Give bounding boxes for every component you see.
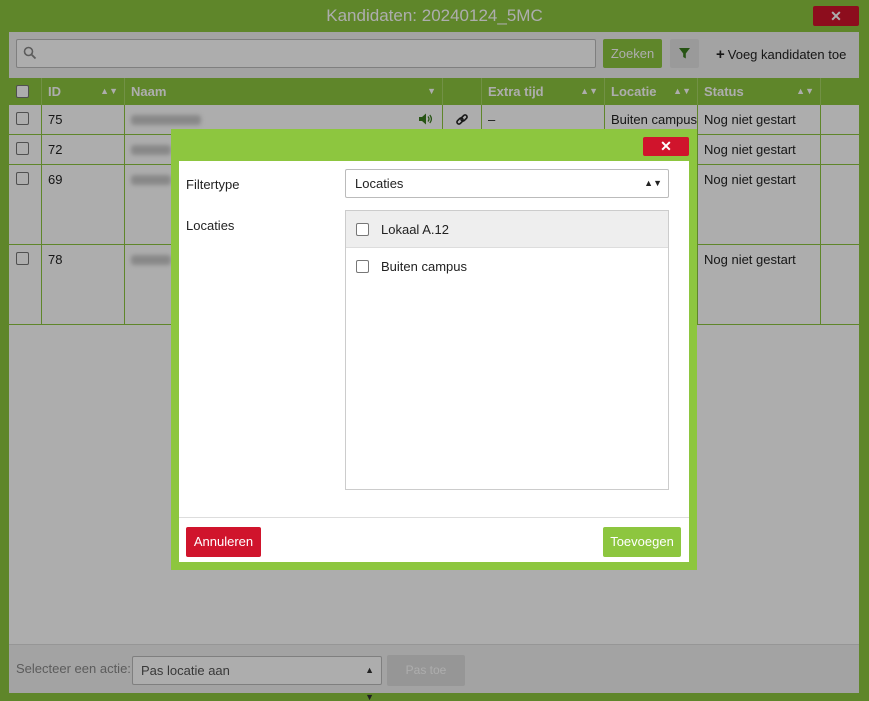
location-checkbox[interactable] <box>356 260 369 273</box>
list-item[interactable]: Buiten campus <box>346 248 668 285</box>
filtertype-select[interactable]: Locaties ▲▼ <box>345 169 669 198</box>
modal-close-button[interactable]: ✕ <box>643 137 689 156</box>
locations-label: Locaties <box>186 218 235 233</box>
filter-modal: ✕ Filtertype Locaties ▲▼ Locaties Lokaal… <box>171 129 697 570</box>
location-label: Lokaal A.12 <box>381 222 449 237</box>
modal-body: Filtertype Locaties ▲▼ Locaties Lokaal A… <box>179 161 689 562</box>
filtertype-label: Filtertype <box>186 177 240 192</box>
location-label: Buiten campus <box>381 259 467 274</box>
location-checkbox[interactable] <box>356 223 369 236</box>
locations-list: Lokaal A.12 Buiten campus <box>345 210 669 490</box>
list-item[interactable]: Lokaal A.12 <box>346 211 668 248</box>
select-arrows-icon: ▲▼ <box>644 178 662 188</box>
add-button[interactable]: Toevoegen <box>603 527 681 557</box>
filtertype-select-value: Locaties <box>355 176 404 191</box>
cancel-button[interactable]: Annuleren <box>186 527 261 557</box>
modal-footer: Annuleren Toevoegen <box>179 517 689 562</box>
